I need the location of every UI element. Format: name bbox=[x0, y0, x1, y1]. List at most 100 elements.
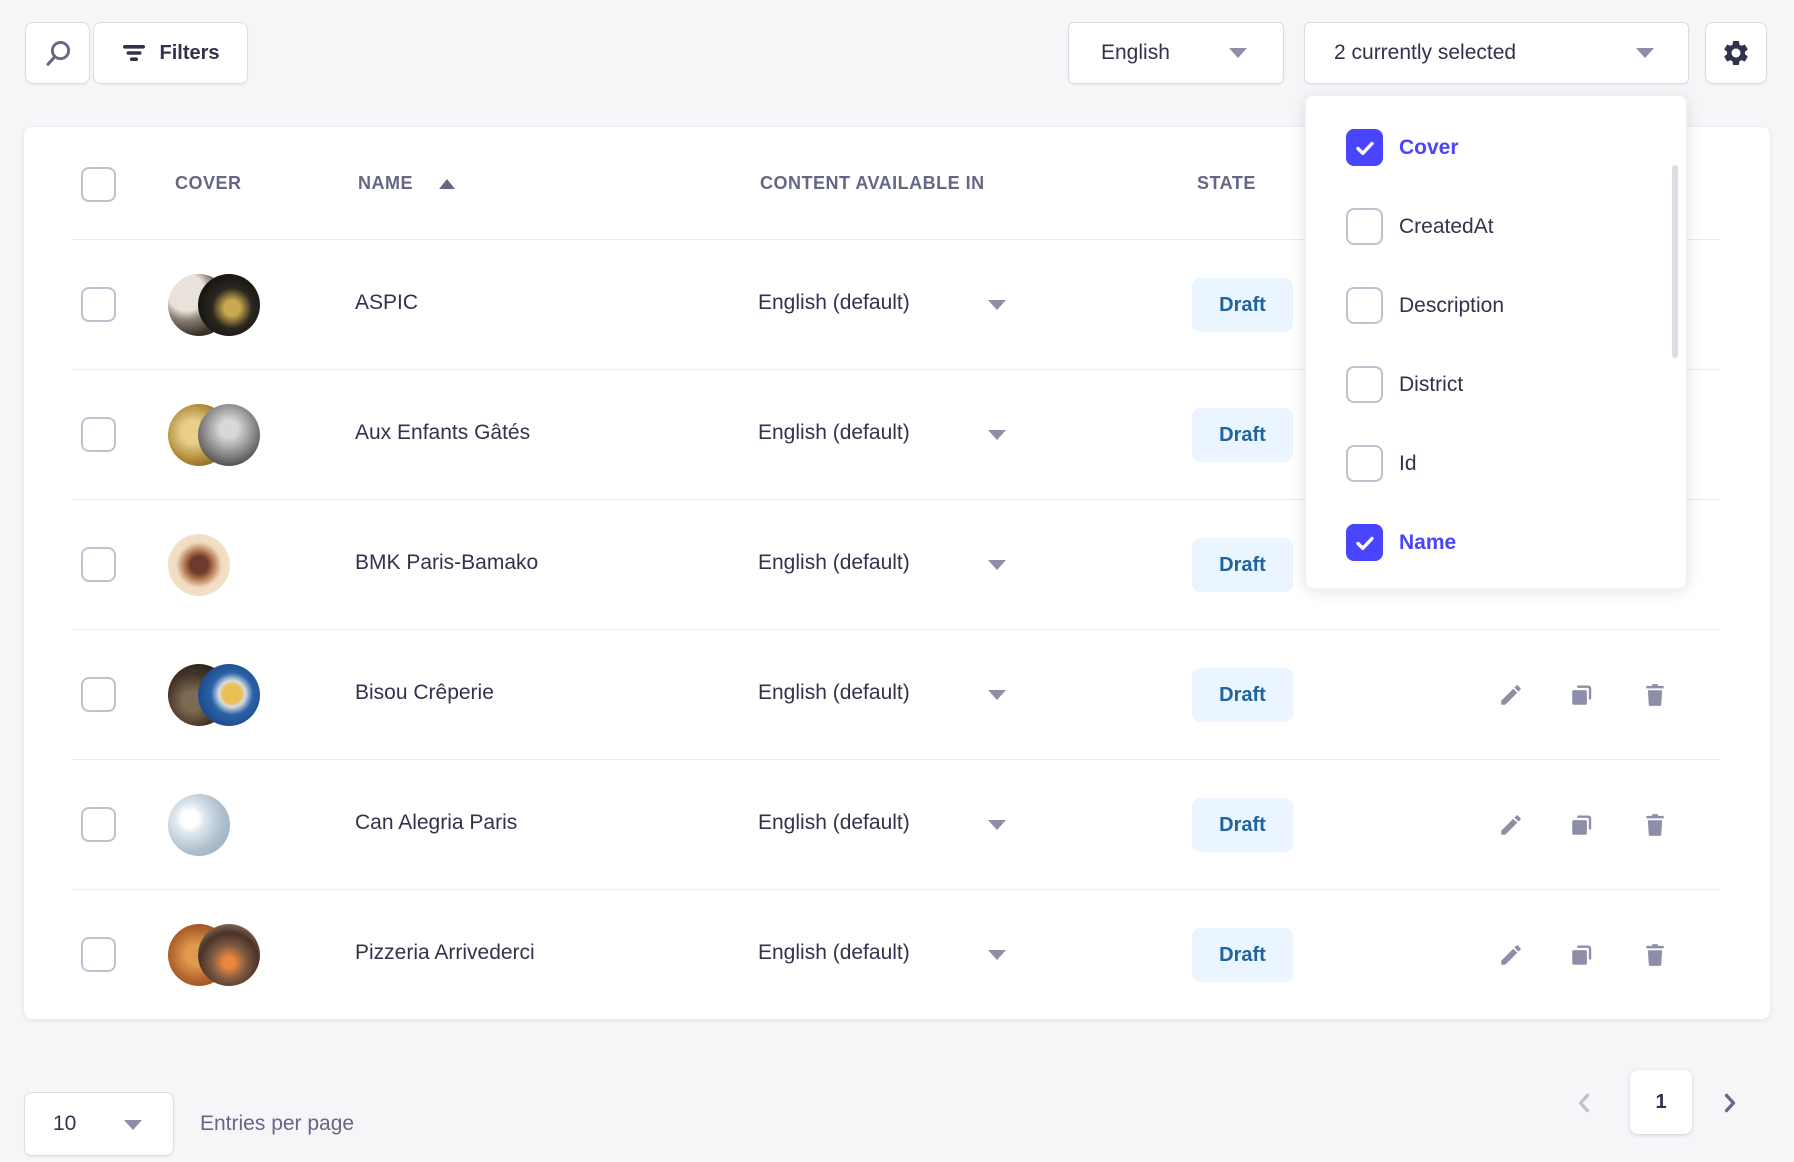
cover-avatar bbox=[198, 664, 260, 726]
row-name: Pizzeria Arrivederci bbox=[355, 941, 535, 965]
row-locale-select[interactable]: English (default) bbox=[758, 811, 910, 835]
row-locale-value: English (default) bbox=[758, 551, 910, 575]
locale-select-value: English bbox=[1101, 41, 1229, 65]
field-option-label: Name bbox=[1399, 531, 1456, 555]
column-header-name[interactable]: NAME bbox=[358, 173, 455, 194]
caret-down-icon bbox=[988, 300, 1006, 310]
field-option-label: District bbox=[1399, 373, 1463, 397]
row-locale-select[interactable]: English (default) bbox=[758, 551, 910, 575]
cover-avatar bbox=[198, 404, 260, 466]
field-checkbox[interactable] bbox=[1346, 129, 1383, 166]
row-checkbox[interactable] bbox=[81, 807, 116, 842]
table-row[interactable]: Bisou Crêperie English (default) Draft bbox=[24, 630, 1770, 760]
caret-down-icon bbox=[988, 560, 1006, 570]
row-checkbox[interactable] bbox=[81, 547, 116, 582]
fields-select-value: 2 currently selected bbox=[1334, 41, 1636, 65]
table-row[interactable]: Can Alegria Paris English (default) Draf… bbox=[24, 760, 1770, 890]
row-name: Aux Enfants Gâtés bbox=[355, 421, 530, 445]
field-checkbox[interactable] bbox=[1346, 445, 1383, 482]
status-badge: Draft bbox=[1192, 668, 1293, 722]
field-option-label: CreatedAt bbox=[1399, 215, 1494, 239]
settings-button[interactable] bbox=[1705, 22, 1767, 84]
field-checkbox[interactable] bbox=[1346, 208, 1383, 245]
field-option[interactable]: Name bbox=[1306, 503, 1686, 582]
caret-down-icon bbox=[988, 820, 1006, 830]
field-option[interactable]: Cover bbox=[1306, 108, 1686, 187]
page-number-button[interactable]: 1 bbox=[1630, 1070, 1692, 1134]
fields-dropdown-panel: Cover CreatedAt Description District Id … bbox=[1305, 95, 1687, 589]
column-header-label: COVER bbox=[175, 173, 242, 194]
row-checkbox[interactable] bbox=[81, 937, 116, 972]
row-locale-select[interactable]: English (default) bbox=[758, 681, 910, 705]
content-manager-list-view: Filters English 2 currently selected COV… bbox=[0, 0, 1794, 1162]
search-icon bbox=[43, 38, 73, 68]
gear-icon bbox=[1721, 38, 1751, 68]
search-button[interactable] bbox=[25, 22, 90, 84]
filters-button[interactable]: Filters bbox=[93, 22, 248, 84]
cover-avatar bbox=[168, 534, 230, 596]
fields-select[interactable]: 2 currently selected bbox=[1304, 22, 1689, 84]
status-badge: Draft bbox=[1192, 928, 1293, 982]
entries-per-page-label: Entries per page bbox=[200, 1112, 354, 1136]
caret-down-icon bbox=[988, 430, 1006, 440]
delete-icon[interactable] bbox=[1642, 812, 1668, 838]
caret-down-icon bbox=[1229, 48, 1247, 58]
dropdown-scrollbar[interactable] bbox=[1672, 165, 1678, 358]
row-locale-value: English (default) bbox=[758, 811, 910, 835]
delete-icon[interactable] bbox=[1642, 682, 1668, 708]
field-checkbox[interactable] bbox=[1346, 366, 1383, 403]
cover-avatar bbox=[198, 274, 260, 336]
column-header-label: NAME bbox=[358, 173, 413, 194]
cover-avatar bbox=[198, 924, 260, 986]
row-checkbox[interactable] bbox=[81, 417, 116, 452]
duplicate-icon[interactable] bbox=[1569, 812, 1595, 838]
check-icon bbox=[1353, 136, 1377, 160]
row-checkbox[interactable] bbox=[81, 287, 116, 322]
delete-icon[interactable] bbox=[1642, 942, 1668, 968]
row-name: Bisou Crêperie bbox=[355, 681, 494, 705]
duplicate-icon[interactable] bbox=[1569, 942, 1595, 968]
field-option-label: Cover bbox=[1399, 136, 1459, 160]
sort-ascending-icon bbox=[439, 179, 455, 189]
field-option[interactable]: Description bbox=[1306, 266, 1686, 345]
select-all-checkbox[interactable] bbox=[81, 167, 116, 202]
status-badge: Draft bbox=[1192, 408, 1293, 462]
column-header-cover[interactable]: COVER bbox=[175, 173, 242, 194]
column-header-label: STATE bbox=[1197, 173, 1256, 194]
edit-icon[interactable] bbox=[1498, 942, 1524, 968]
row-checkbox[interactable] bbox=[81, 677, 116, 712]
edit-icon[interactable] bbox=[1498, 682, 1524, 708]
caret-down-icon bbox=[988, 950, 1006, 960]
row-locale-select[interactable]: English (default) bbox=[758, 291, 910, 315]
page-size-select[interactable]: 10 bbox=[24, 1092, 174, 1156]
field-option[interactable]: District bbox=[1306, 345, 1686, 424]
table-row[interactable]: Pizzeria Arrivederci English (default) D… bbox=[24, 890, 1770, 1020]
column-header-state[interactable]: STATE bbox=[1197, 173, 1256, 194]
field-option[interactable]: CreatedAt bbox=[1306, 187, 1686, 266]
field-option-label: Id bbox=[1399, 452, 1417, 476]
next-page-chevron-icon[interactable] bbox=[1716, 1089, 1744, 1117]
duplicate-icon[interactable] bbox=[1569, 682, 1595, 708]
filters-button-label: Filters bbox=[159, 42, 219, 65]
check-icon bbox=[1353, 531, 1377, 555]
field-checkbox[interactable] bbox=[1346, 524, 1383, 561]
field-checkbox[interactable] bbox=[1346, 287, 1383, 324]
row-locale-value: English (default) bbox=[758, 681, 910, 705]
caret-down-icon bbox=[988, 690, 1006, 700]
row-name: Can Alegria Paris bbox=[355, 811, 517, 835]
row-locale-value: English (default) bbox=[758, 291, 910, 315]
field-option-label: Description bbox=[1399, 294, 1504, 318]
column-header-content-available-in[interactable]: CONTENT AVAILABLE IN bbox=[760, 173, 985, 194]
row-locale-select[interactable]: English (default) bbox=[758, 941, 910, 965]
row-name: ASPIC bbox=[355, 291, 418, 315]
row-name: BMK Paris-Bamako bbox=[355, 551, 538, 575]
caret-down-icon bbox=[1636, 48, 1654, 58]
field-option[interactable]: Id bbox=[1306, 424, 1686, 503]
locale-select[interactable]: English bbox=[1068, 22, 1284, 84]
filter-icon bbox=[121, 41, 147, 65]
edit-icon[interactable] bbox=[1498, 812, 1524, 838]
row-locale-select[interactable]: English (default) bbox=[758, 421, 910, 445]
previous-page-chevron-icon[interactable] bbox=[1570, 1089, 1598, 1117]
caret-down-icon bbox=[124, 1120, 142, 1130]
row-locale-value: English (default) bbox=[758, 421, 910, 445]
